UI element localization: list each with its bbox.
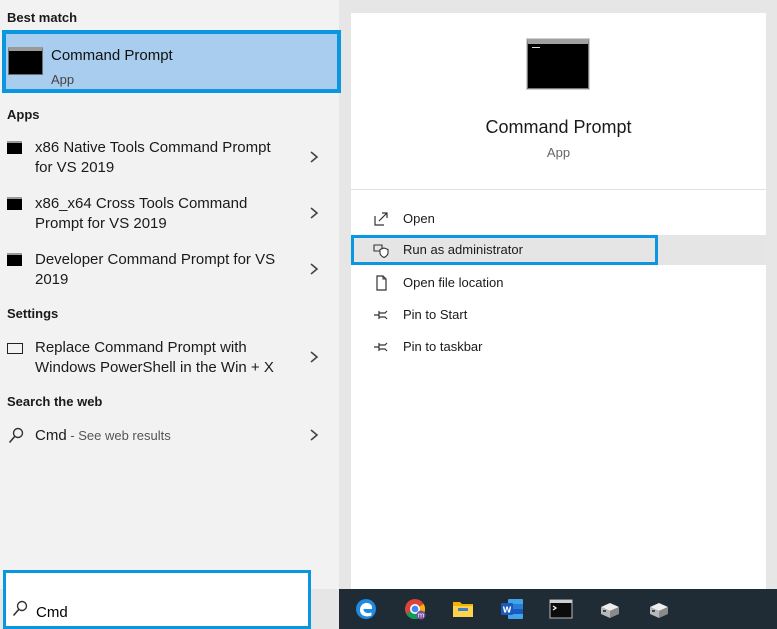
app-result-label: for VS 2019: [35, 159, 115, 176]
app-result-x86-native-tools[interactable]: x86 Native Tools Command Prompt for VS 20…: [0, 138, 339, 182]
setting-result-label: Windows PowerShell in the Win + X: [35, 359, 274, 376]
open-file-location-action[interactable]: Open file location: [351, 268, 766, 298]
web-search-result[interactable]: Cmd - See web results: [0, 426, 339, 450]
search-box[interactable]: [3, 570, 311, 629]
search-icon: [8, 427, 24, 444]
command-prompt-icon: [7, 253, 22, 266]
pin-icon: [374, 342, 388, 352]
divider: [351, 189, 766, 190]
action-label: Run as administrator: [403, 242, 523, 257]
app-result-label: 2019: [35, 271, 69, 288]
app-icon[interactable]: [597, 596, 623, 622]
app-result-label: Developer Command Prompt for VS: [35, 251, 276, 268]
app-detail-pane: Command Prompt App Open Run as administr…: [351, 13, 766, 589]
chrome-icon[interactable]: m: [402, 596, 428, 622]
action-label: Pin to taskbar: [403, 339, 483, 354]
setting-result-label: Replace Command Prompt with: [35, 339, 247, 356]
web-results-hint: - See web results: [66, 428, 171, 443]
app-subtitle: App: [546, 145, 571, 160]
pin-to-start-action[interactable]: Pin to Start: [351, 300, 766, 330]
app-title: Command Prompt: [485, 117, 632, 137]
command-prompt-icon: [7, 141, 22, 154]
app-result-x86-x64-cross-tools[interactable]: x86_x64 Cross Tools Command Prompt for VS…: [0, 194, 339, 238]
best-match-command-prompt[interactable]: Command Prompt App: [2, 30, 341, 93]
action-label: Open: [403, 211, 435, 226]
svg-text:W: W: [503, 606, 512, 615]
app-icon[interactable]: [646, 596, 672, 622]
command-prompt-icon: [527, 39, 589, 89]
command-prompt-icon: [8, 47, 43, 75]
app-result-developer-command-prompt[interactable]: Developer Command Prompt for VS 2019: [0, 250, 339, 294]
action-label: Pin to Start: [403, 307, 468, 322]
pin-to-taskbar-action[interactable]: Pin to taskbar: [351, 332, 766, 362]
settings-window-icon: [7, 343, 23, 354]
apps-heading: Apps: [7, 107, 40, 122]
app-result-label: Prompt for VS 2019: [35, 215, 167, 232]
open-action[interactable]: Open: [351, 204, 766, 234]
chevron-right-icon[interactable]: [307, 428, 321, 442]
taskbar: m W: [339, 589, 777, 629]
action-label: Open file location: [403, 275, 504, 290]
chevron-right-icon[interactable]: [307, 206, 321, 220]
pin-icon: [374, 310, 388, 320]
file-location-icon: [376, 275, 387, 291]
chevron-right-icon[interactable]: [307, 350, 321, 364]
app-result-label: x86_x64 Cross Tools Command: [35, 195, 248, 212]
chevron-right-icon[interactable]: [307, 262, 321, 276]
search-icon: [12, 600, 28, 617]
search-results-pane: Best match Command Prompt App Apps x86 N…: [0, 0, 341, 589]
best-match-title: Command Prompt: [51, 47, 173, 64]
setting-result-replace-command-prompt[interactable]: Replace Command Prompt with Windows Power…: [0, 338, 339, 382]
command-prompt-icon: [7, 197, 22, 210]
chevron-right-icon[interactable]: [307, 150, 321, 164]
edge-icon[interactable]: [353, 596, 379, 622]
best-match-subtitle: App: [51, 72, 75, 87]
best-match-heading: Best match: [7, 10, 78, 25]
word-icon[interactable]: W: [499, 596, 525, 622]
settings-heading: Settings: [7, 306, 59, 321]
search-web-heading: Search the web: [7, 394, 103, 409]
run-as-administrator-action[interactable]: Run as administrator: [351, 235, 766, 265]
web-query: Cmd: [35, 427, 67, 444]
file-explorer-icon[interactable]: [450, 596, 476, 622]
shield-icon: [373, 244, 389, 258]
app-result-label: x86 Native Tools Command Prompt: [35, 139, 271, 156]
terminal-icon[interactable]: [548, 596, 574, 622]
search-input[interactable]: [36, 602, 296, 622]
svg-text:m: m: [418, 612, 425, 620]
open-icon: [374, 212, 388, 226]
